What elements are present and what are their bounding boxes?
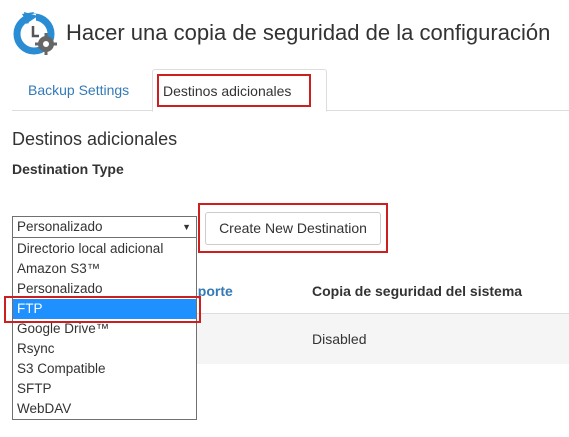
option-local-directory[interactable]: Directorio local adicional [13,239,196,259]
option-amazon-s3[interactable]: Amazon S3™ [13,259,196,279]
destination-type-label: Destination Type [12,161,124,177]
option-s3-compatible[interactable]: S3 Compatible [13,359,196,379]
destination-type-dropdown: Directorio local adicional Amazon S3™ Pe… [12,238,197,420]
option-rsync[interactable]: Rsync [13,339,196,359]
option-sftp[interactable]: SFTP [13,379,196,399]
tab-label: Destinos adicionales [163,83,292,99]
tab-backup-settings[interactable]: Backup Settings [16,69,141,111]
page-header: Hacer una copia de seguridad de la confi… [10,8,565,58]
system-backup-status: Disabled [312,331,367,347]
create-new-destination-button[interactable]: Create New Destination [205,212,381,245]
chevron-down-icon: ▼ [182,222,191,232]
page-title: Hacer una copia de seguridad de la confi… [66,20,551,45]
destination-type-select[interactable]: Personalizado ▼ [12,216,197,238]
section-title: Destinos adicionales [12,129,178,149]
highlight-box [4,296,201,323]
tab-destinos-adicionales[interactable]: Destinos adicionales [152,69,327,112]
table-row [190,313,569,364]
select-value: Personalizado [17,219,103,234]
table-header-system-backup: Copia de seguridad del sistema [312,283,523,299]
option-webdav[interactable]: WebDAV [13,399,196,419]
backup-config-icon [13,12,57,55]
tab-bar: Backup Settings Destinos adicionales [12,69,569,112]
